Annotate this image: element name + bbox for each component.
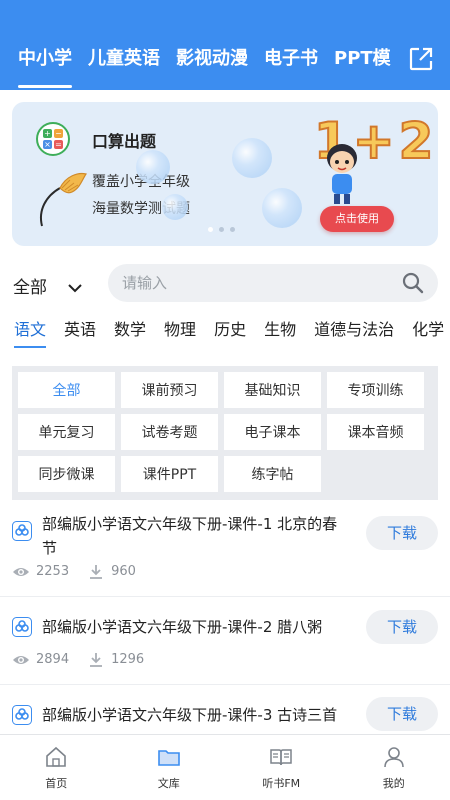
download-count: 1296 <box>111 652 145 667</box>
download-button[interactable]: 下载 <box>366 697 438 731</box>
feather-illustration <box>34 166 90 230</box>
filter-chip-copybook[interactable]: 练字帖 <box>224 456 321 492</box>
eye-icon <box>13 655 29 664</box>
item-title[interactable]: 部编版小学语文六年级下册-课件-1 北京的春节 <box>42 512 352 560</box>
tab-kids-english[interactable]: 儿童英语 <box>88 44 160 90</box>
list-item[interactable]: 部编版小学语文六年级下册-课件-2 腊八粥 下载 2894 1296 <box>0 597 450 685</box>
tab-film-animation[interactable]: 影视动漫 <box>176 44 248 90</box>
subject-tab-chemistry[interactable]: 化学 <box>412 312 444 352</box>
item-stats: 2894 1296 <box>12 652 162 667</box>
filter-chip-exam-papers[interactable]: 试卷考题 <box>121 414 218 450</box>
filter-chip-ppt[interactable]: 课件PPT <box>121 456 218 492</box>
item-title[interactable]: 部编版小学语文六年级下册-课件-2 腊八粥 <box>42 615 352 639</box>
filter-chip-micro-lessons[interactable]: 同步微课 <box>18 456 115 492</box>
search-input[interactable] <box>122 264 382 302</box>
bubble-decoration <box>136 150 170 184</box>
cloud-file-icon <box>12 705 32 725</box>
view-count: 2894 <box>36 652 70 667</box>
filter-chip-special-training[interactable]: 专项训练 <box>327 372 424 408</box>
nav-profile[interactable]: 我的 <box>338 735 450 800</box>
subject-tab-english[interactable]: 英语 <box>64 312 96 352</box>
item-title[interactable]: 部编版小学语文六年级下册-课件-3 古诗三首 <box>42 703 352 727</box>
download-button[interactable]: 下载 <box>366 610 438 644</box>
carousel-indicator <box>208 227 235 232</box>
search-box <box>108 264 438 302</box>
nav-library[interactable]: 文库 <box>113 735 226 800</box>
search-bar-row: 全部 <box>0 258 450 312</box>
nav-label-audiobook: 听书FM <box>262 777 301 790</box>
list-item[interactable]: 部编版小学语文六年级下册-课件-3 古诗三首 下载 <box>0 685 450 734</box>
filter-chip-unit-review[interactable]: 单元复习 <box>18 414 115 450</box>
download-icon <box>90 652 103 667</box>
view-count: 2253 <box>36 564 70 579</box>
scope-dropdown-label[interactable]: 全部 <box>13 273 47 298</box>
cloud-file-icon <box>12 617 32 637</box>
item-stats: 2253 960 <box>12 564 154 579</box>
filter-chip-textbook-audio[interactable]: 课本音频 <box>327 414 424 450</box>
carousel-dot[interactable] <box>208 227 213 232</box>
carousel-dot[interactable] <box>219 227 224 232</box>
search-icon[interactable] <box>402 272 424 294</box>
subject-tab-biology[interactable]: 生物 <box>264 312 296 352</box>
subject-tab-physics[interactable]: 物理 <box>164 312 196 352</box>
bubble-decoration <box>232 138 272 178</box>
nav-label-home: 首页 <box>45 777 68 790</box>
eye-icon <box>13 567 29 576</box>
download-button[interactable]: 下载 <box>366 516 438 550</box>
nav-label-library: 文库 <box>157 777 180 790</box>
filter-chip-all[interactable]: 全部 <box>18 372 115 408</box>
subject-tab-math[interactable]: 数学 <box>114 312 146 352</box>
svg-text:×: × <box>44 140 51 149</box>
boy-illustration <box>322 140 362 206</box>
download-count: 960 <box>111 564 136 579</box>
home-icon <box>46 746 67 767</box>
svg-text:−: − <box>55 129 62 138</box>
bottom-navigation: 首页 文库 听书FM 我的 <box>0 734 450 800</box>
top-header: 中小学 儿童英语 影视动漫 电子书 PPT模 <box>0 0 450 90</box>
filter-chip-preview[interactable]: 课前预习 <box>121 372 218 408</box>
banner-section: + − × = 口算出题 覆盖小学全年级 海量数学测试题 1+2 点击使用 <box>0 90 450 258</box>
svg-text:=: = <box>55 140 62 149</box>
list-item[interactable]: 部编版小学语文六年级下册-课件-1 北京的春节 下载 2253 960 <box>0 506 450 597</box>
banner-title: 口算出题 <box>92 132 157 151</box>
tab-primary-secondary[interactable]: 中小学 <box>18 44 72 90</box>
filter-chip-basics[interactable]: 基础知识 <box>224 372 321 408</box>
filter-grid: 全部 课前预习 基础知识 专项训练 单元复习 试卷考题 电子课本 课本音频 同步… <box>12 366 438 500</box>
folder-icon <box>157 750 180 766</box>
carousel-dot[interactable] <box>230 227 235 232</box>
share-icon[interactable] <box>408 46 434 72</box>
calculator-app-icon: + − × = <box>36 122 70 156</box>
subject-tabs: 语文 英语 数学 物理 历史 生物 道德与法治 化学 <box>0 312 450 352</box>
tab-ppt-templates[interactable]: PPT模 <box>334 44 391 90</box>
filter-section: 全部 课前预习 基础知识 专项训练 单元复习 试卷考题 电子课本 课本音频 同步… <box>0 352 450 506</box>
bubble-decoration <box>162 194 188 220</box>
nav-audiobook-fm[interactable]: 听书FM <box>225 735 338 800</box>
tab-ebooks[interactable]: 电子书 <box>264 44 318 90</box>
filter-chip-e-textbook[interactable]: 电子课本 <box>224 414 321 450</box>
nav-home[interactable]: 首页 <box>0 735 113 800</box>
user-icon <box>383 747 404 768</box>
cloud-file-icon <box>12 521 32 541</box>
subject-tab-morality-law[interactable]: 道德与法治 <box>314 312 394 352</box>
resource-list: 部编版小学语文六年级下册-课件-1 北京的春节 下载 2253 960 部编版小… <box>0 506 450 734</box>
svg-text:+: + <box>44 129 51 138</box>
nav-label-profile: 我的 <box>382 777 405 790</box>
book-icon <box>270 749 292 766</box>
promo-banner[interactable]: + − × = 口算出题 覆盖小学全年级 海量数学测试题 1+2 点击使用 <box>12 102 438 246</box>
use-now-button[interactable]: 点击使用 <box>320 206 394 232</box>
bubble-decoration <box>262 188 302 228</box>
download-icon <box>90 564 103 579</box>
chevron-down-icon[interactable] <box>68 278 82 293</box>
category-tabs: 中小学 儿童英语 影视动漫 电子书 PPT模 <box>0 44 400 90</box>
subject-tab-history[interactable]: 历史 <box>214 312 246 352</box>
subject-tab-chinese[interactable]: 语文 <box>14 312 47 352</box>
